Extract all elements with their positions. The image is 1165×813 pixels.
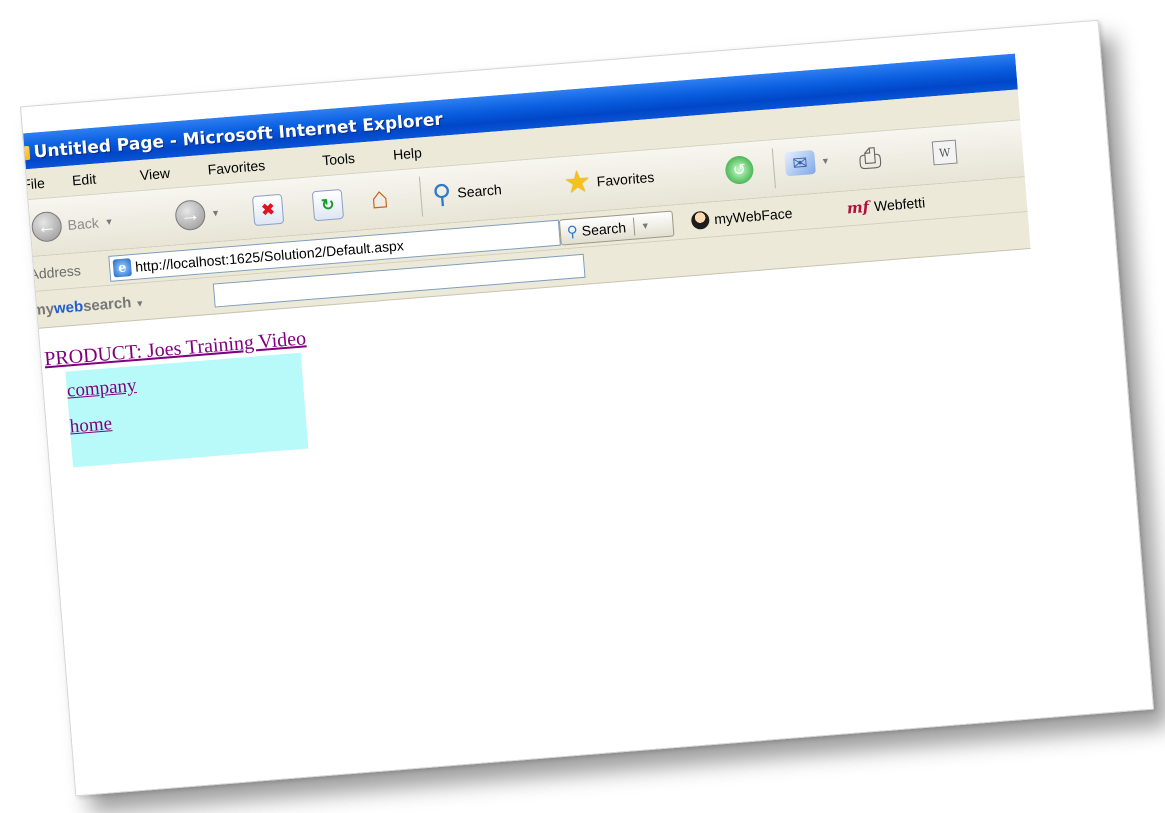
photo-card: Untitled Page - Microsoft Internet Explo…	[19, 19, 1155, 797]
submenu-panel: company home	[65, 352, 309, 468]
logo-dropdown-icon[interactable]: ▼	[135, 298, 145, 309]
refresh-icon: ↻	[311, 188, 345, 222]
menu-help[interactable]: Help	[392, 144, 422, 162]
favorites-button[interactable]: ★ Favorites	[562, 162, 656, 201]
word-document-icon: W	[931, 139, 958, 166]
menu-file[interactable]: File	[22, 175, 46, 193]
back-arrow-icon: ←	[30, 210, 63, 243]
mail-button[interactable]: ✉ ▼	[784, 149, 831, 177]
address-search-label: Search	[581, 219, 627, 239]
menu-tools[interactable]: Tools	[322, 150, 356, 169]
split-divider	[633, 217, 636, 236]
refresh-button[interactable]: ↻	[311, 188, 345, 222]
mail-icon: ✉	[784, 149, 816, 177]
menu-edit[interactable]: Edit	[71, 171, 96, 189]
link-mywebface[interactable]: myWebFace	[690, 204, 793, 231]
menu-view[interactable]: View	[139, 165, 170, 183]
browser-window: Untitled Page - Microsoft Internet Explo…	[19, 53, 1072, 797]
back-label: Back	[67, 214, 100, 234]
menu-favorites[interactable]: Favorites	[207, 157, 266, 178]
search-magnifier-icon: ⚲	[566, 223, 579, 242]
home-button[interactable]: ⌂	[369, 181, 390, 216]
search-dropdown-icon[interactable]: ▼	[641, 220, 651, 231]
mywebface-icon	[690, 210, 711, 231]
home-icon: ⌂	[369, 181, 390, 216]
star-icon: ★	[562, 165, 593, 201]
page-icon: e	[112, 258, 132, 278]
webfetti-icon: mf	[846, 197, 870, 218]
logo-suffix: search	[82, 294, 133, 316]
logo-web: web	[53, 298, 84, 318]
mail-dropdown-icon[interactable]: ▼	[821, 156, 831, 167]
address-search-button[interactable]: ⚲ Search ▼	[558, 210, 675, 246]
back-button[interactable]: ← Back ▼	[30, 206, 115, 243]
logo-prefix: my	[31, 300, 55, 320]
webfetti-label: Webfetti	[873, 194, 926, 215]
forward-dropdown-icon[interactable]: ▼	[211, 208, 221, 219]
address-label: Address	[28, 262, 82, 283]
photo-stage: Untitled Page - Microsoft Internet Explo…	[0, 0, 1165, 813]
history-button[interactable]: ↺	[724, 154, 755, 186]
search-magnifier-icon: ⚲	[431, 178, 453, 210]
mywebface-label: myWebFace	[713, 204, 793, 228]
back-dropdown-icon[interactable]: ▼	[104, 216, 114, 227]
stop-button[interactable]: ✖	[251, 193, 285, 227]
forward-button[interactable]: → ▼	[174, 198, 221, 232]
history-icon: ↺	[724, 154, 755, 186]
search-button[interactable]: ⚲ Search	[431, 176, 503, 210]
nav-menu: PRODUCT: Joes Training Video company hom…	[43, 327, 314, 469]
stop-icon: ✖	[251, 193, 285, 227]
toolbar-separator-2	[771, 148, 776, 189]
ie-app-icon	[19, 145, 31, 161]
mywebsearch-logo[interactable]: mywebsearch ▼	[32, 293, 145, 319]
edit-button[interactable]: W	[931, 139, 958, 166]
link-webfetti[interactable]: mf Webfetti	[846, 193, 926, 217]
print-button[interactable]: ⎙	[857, 141, 883, 175]
favorites-label: Favorites	[596, 168, 655, 190]
printer-icon: ⎙	[857, 141, 883, 175]
forward-arrow-icon: →	[174, 199, 207, 232]
search-label: Search	[456, 181, 503, 201]
toolbar-separator	[418, 176, 424, 217]
